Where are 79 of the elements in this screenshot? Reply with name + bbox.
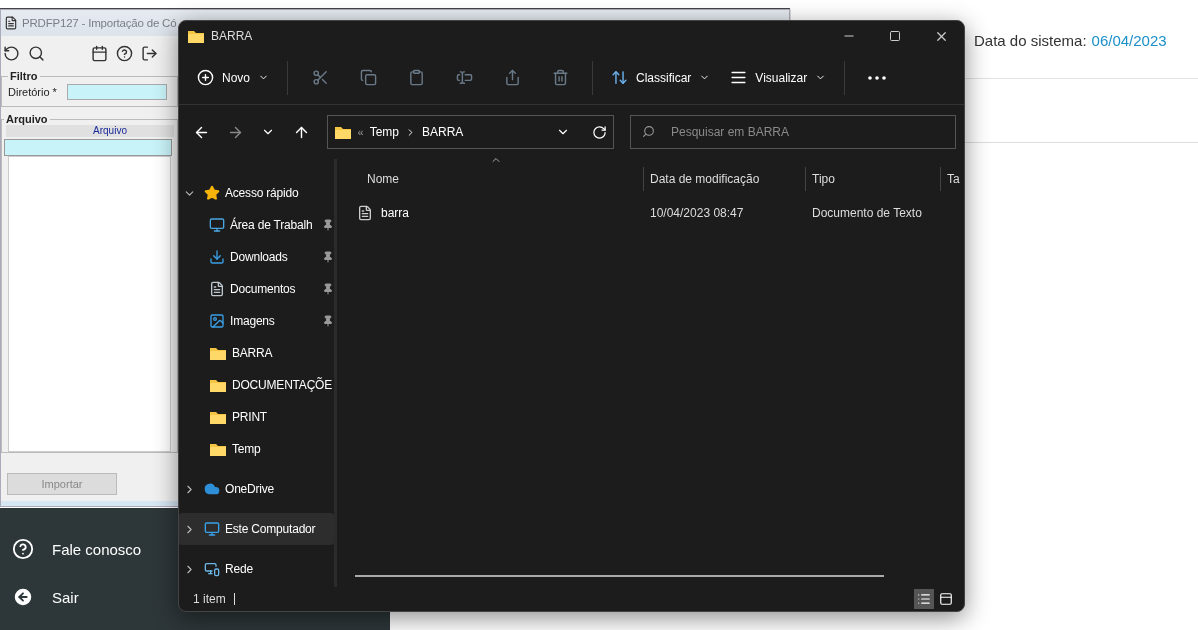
clipboard-icon <box>407 69 425 86</box>
undo-icon[interactable] <box>3 44 20 62</box>
nav-item[interactable]: Rede <box>179 553 334 585</box>
details-view-button[interactable] <box>914 589 934 609</box>
desktop-icon <box>209 217 225 233</box>
nav-item[interactable]: DOCUMENTAÇÕE <box>179 369 334 401</box>
folder-icon <box>333 124 352 140</box>
rename-icon <box>455 69 473 86</box>
menu-item[interactable]: Fale conosco <box>12 538 142 560</box>
calendar-icon[interactable] <box>91 44 108 62</box>
column-header[interactable]: Ta <box>940 167 964 191</box>
exit-icon <box>12 586 34 608</box>
image-icon <box>209 313 225 329</box>
window-title: BARRA <box>211 29 253 43</box>
file-name[interactable]: barra <box>337 205 643 221</box>
group-heading: Filtro <box>9 70 39 82</box>
folder-icon <box>209 345 227 361</box>
table-cell-text: Documento de Texto <box>811 206 923 220</box>
group-heading: Arquivo <box>5 113 49 125</box>
folder-icon <box>209 441 227 457</box>
computer-icon <box>204 521 220 537</box>
overflow-marker[interactable]: « <box>357 126 364 138</box>
scissors-icon <box>311 69 329 86</box>
column-header[interactable]: Nome <box>337 167 643 191</box>
refresh-icon[interactable] <box>592 124 607 140</box>
nav-item[interactable]: Downloads <box>179 241 334 273</box>
search-icon[interactable] <box>28 44 45 62</box>
nav-item[interactable]: Acesso rápido <box>179 177 334 209</box>
more-icon <box>868 75 887 80</box>
nav-item[interactable]: Este Computador <box>179 513 334 545</box>
text-file-icon <box>357 205 373 221</box>
trash-icon <box>551 69 569 86</box>
nav-item[interactable]: Documentos <box>179 273 334 305</box>
star-icon <box>204 185 220 201</box>
document-icon <box>209 281 225 297</box>
exit-icon[interactable] <box>141 44 158 62</box>
column-header[interactable]: Tipo <box>805 167 940 191</box>
maximize-icon <box>889 30 901 42</box>
search-field[interactable]: Pesquisar em BARRA <box>630 115 956 149</box>
nav-item[interactable]: Área de Trabalh <box>179 209 334 241</box>
share-icon <box>503 69 521 86</box>
nav-item[interactable]: Imagens <box>179 305 334 337</box>
list-icon <box>917 592 931 606</box>
nav-item[interactable]: Temp <box>179 433 334 465</box>
toolbar-button[interactable]: Classificar <box>603 60 719 95</box>
directory-field[interactable] <box>66 84 167 100</box>
copy-icon <box>359 69 377 86</box>
nav-item[interactable]: PRINT <box>179 401 334 433</box>
folder-icon <box>209 377 227 393</box>
table-cell-text: 10/04/2023 08:47 <box>649 206 745 220</box>
folder-icon <box>209 409 227 425</box>
search-icon <box>642 125 655 138</box>
column-header: Arquivo <box>6 125 174 137</box>
lines-icon <box>730 69 748 86</box>
field-label: Diretório * <box>8 86 57 98</box>
menu-item[interactable]: Sair <box>12 586 79 608</box>
toolbar-button[interactable]: Novo <box>189 60 277 95</box>
sort-icon <box>611 69 628 86</box>
plus-icon <box>197 69 214 86</box>
toolbar-button[interactable]: Visualizar <box>722 60 835 95</box>
window-title: PRDFP127 - Importação de Có <box>22 17 177 29</box>
help-icon <box>12 538 34 560</box>
nav-item[interactable]: OneDrive <box>179 473 334 505</box>
network-icon <box>204 561 220 577</box>
folder-icon <box>187 28 205 44</box>
status-text: 1 item <box>193 593 235 605</box>
scrollbar[interactable] <box>355 575 884 577</box>
download-icon <box>209 249 225 265</box>
cloud-icon <box>204 481 220 497</box>
date-value: 06/04/2023 <box>1091 32 1167 49</box>
address-bar[interactable]: « Temp BARRA <box>326 115 614 149</box>
column-header[interactable]: Data de modificação <box>643 167 805 191</box>
breadcrumb[interactable]: BARRA <box>422 125 464 139</box>
nav-item[interactable]: BARRA <box>179 337 334 369</box>
breadcrumb[interactable]: Temp <box>369 125 400 139</box>
window-icon <box>939 592 953 606</box>
date-label: Data do sistema: <box>974 32 1087 49</box>
document-icon <box>4 16 18 30</box>
help-icon[interactable] <box>116 44 133 62</box>
